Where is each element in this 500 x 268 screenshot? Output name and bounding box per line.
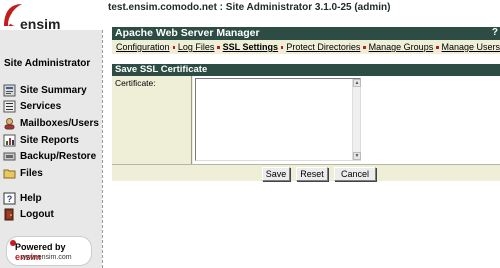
tab-protect-directories[interactable]: Protect Directories [286, 42, 360, 52]
sidebar-item-label: Help [20, 192, 42, 204]
svg-text:?: ? [7, 194, 13, 204]
sidebar-item-label: Backup/Restore [20, 151, 97, 163]
sidebar-item-files[interactable]: Files [3, 165, 99, 181]
help-icon: ? [3, 192, 16, 205]
sidebar-title: Site Administrator [4, 58, 91, 69]
sidebar-nav-secondary: ? Help Logout [3, 190, 54, 223]
scroll-down-arrow-icon[interactable]: ▼ [353, 152, 361, 160]
powered-by-prefix: Powered by [15, 242, 66, 252]
sidebar-nav: Site Summary Services Mailboxes/Users Si… [3, 82, 99, 182]
tab-log-files[interactable]: Log Files [178, 42, 215, 52]
services-icon [3, 100, 16, 113]
manager-title: Apache Web Server Manager [115, 27, 260, 39]
sidebar-item-label: Services [20, 101, 62, 113]
sidebar-item-site-reports[interactable]: Site Reports [3, 132, 99, 148]
certificate-textarea[interactable] [196, 79, 352, 160]
sidebar-item-backup-restore[interactable]: Backup/Restore [3, 149, 99, 165]
sidebar-item-label: Logout [20, 209, 54, 221]
help-question-icon[interactable]: ? [492, 27, 498, 38]
backup-icon [3, 150, 16, 163]
certificate-label: Certificate: [115, 78, 156, 88]
reports-icon [3, 134, 16, 147]
sidebar-item-logout[interactable]: Logout [3, 207, 54, 223]
sidebar-divider [102, 30, 103, 268]
folder-icon [3, 167, 16, 180]
users-icon [3, 117, 16, 130]
tab-separator-bullet [436, 45, 439, 49]
manager-tabs: Configuration Log Files SSL Settings Pro… [112, 40, 500, 54]
sidebar-item-label: Mailboxes/Users [20, 117, 99, 129]
tab-manage-groups[interactable]: Manage Groups [369, 42, 434, 52]
scroll-up-arrow-icon[interactable]: ▲ [353, 79, 361, 87]
form-buttons-row: Save Reset Cancel [112, 164, 500, 181]
save-button[interactable]: Save [262, 167, 290, 181]
tab-ssl-settings[interactable]: SSL Settings [223, 42, 278, 52]
certificate-textarea-frame: ▲ ▼ [195, 78, 361, 161]
logout-icon [3, 208, 16, 221]
sidebar-item-label: Files [20, 167, 43, 179]
sidebar-item-help[interactable]: ? Help [3, 190, 54, 206]
sidebar: Site Administrator Site Summary Services… [0, 30, 102, 268]
section-header: Save SSL Certificate [112, 64, 500, 76]
reset-button[interactable]: Reset [296, 167, 328, 181]
site-summary-icon [3, 84, 16, 97]
tab-separator-bullet [172, 45, 175, 49]
sidebar-item-services[interactable]: Services [3, 99, 99, 115]
powered-by-url: www.ensim.com [21, 254, 72, 261]
top-bar: test.ensim.comodo.net : Site Administrat… [0, 0, 500, 30]
sidebar-item-mailboxes-users[interactable]: Mailboxes/Users [3, 115, 99, 131]
textarea-scrollbar[interactable]: ▲ ▼ [352, 79, 361, 160]
section-title: Save SSL Certificate [115, 64, 208, 75]
manager-header: Apache Web Server Manager ? [112, 27, 500, 40]
sidebar-item-label: Site Reports [20, 134, 79, 146]
cancel-button[interactable]: Cancel [334, 167, 376, 181]
tab-separator-bullet [281, 45, 284, 49]
sidebar-item-site-summary[interactable]: Site Summary [3, 82, 99, 98]
tab-configuration[interactable]: Configuration [116, 42, 170, 52]
host-line: test.ensim.comodo.net : Site Administrat… [108, 2, 391, 13]
sidebar-item-label: Site Summary [20, 84, 87, 96]
tab-separator-bullet [363, 45, 366, 49]
tab-separator-bullet [217, 45, 220, 49]
powered-by-badge[interactable]: Powered by ensim www.ensim.com [6, 236, 92, 266]
certificate-label-cell: Certificate: [112, 76, 192, 164]
tab-manage-users[interactable]: Manage Users [442, 42, 500, 52]
